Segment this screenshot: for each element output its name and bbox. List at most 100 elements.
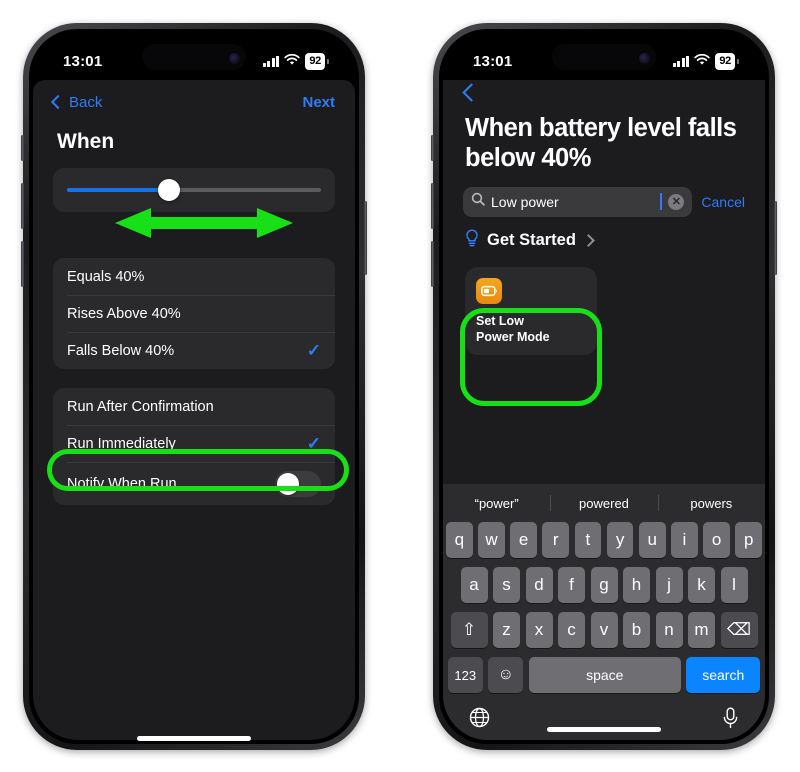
status-bar-left: 13:01 92 bbox=[33, 33, 355, 80]
key-p[interactable]: p bbox=[735, 522, 763, 558]
option-notify-when-run[interactable]: Notify When Run bbox=[53, 462, 335, 505]
keyboard-row-1: q w e r t y u i o p bbox=[443, 522, 765, 558]
key-o[interactable]: o bbox=[703, 522, 730, 558]
left-phone-screen: 13:01 92 Back Next When Equals 40% Rises… bbox=[33, 33, 355, 740]
cancel-button[interactable]: Cancel bbox=[701, 194, 745, 210]
home-indicator bbox=[137, 736, 251, 741]
key-u[interactable]: u bbox=[638, 522, 666, 558]
key-l[interactable]: l bbox=[720, 567, 748, 603]
key-b[interactable]: b bbox=[623, 612, 650, 648]
key-n[interactable]: n bbox=[655, 612, 683, 648]
space-key[interactable]: space bbox=[528, 657, 681, 693]
prediction-1[interactable]: powered bbox=[550, 496, 657, 511]
prediction-2[interactable]: powers bbox=[658, 496, 765, 511]
lightbulb-icon bbox=[465, 229, 479, 253]
key-w[interactable]: w bbox=[478, 522, 505, 558]
back-button[interactable] bbox=[443, 80, 765, 108]
option-equals-label: Equals 40% bbox=[67, 268, 145, 285]
right-phone-bezel: 13:01 92 When battery level falls below … bbox=[439, 29, 769, 744]
left-phone-bezel: 13:01 92 Back Next When Equals 40% Rises… bbox=[29, 29, 359, 744]
key-e[interactable]: e bbox=[510, 522, 537, 558]
numbers-key[interactable]: 123 bbox=[447, 657, 483, 693]
microphone-icon[interactable] bbox=[722, 707, 739, 734]
option-falls-below[interactable]: Falls Below 40% ✓ bbox=[53, 332, 335, 369]
option-run-after-confirmation[interactable]: Run After Confirmation bbox=[53, 388, 335, 425]
option-falls-below-label: Falls Below 40% bbox=[67, 342, 175, 359]
battery-percent: 92 bbox=[305, 52, 325, 70]
key-m[interactable]: m bbox=[688, 612, 715, 648]
wifi-icon bbox=[694, 53, 711, 70]
run-options-card: Run After Confirmation Run Immediately ✓… bbox=[53, 388, 335, 505]
option-run-immediately[interactable]: Run Immediately ✓ bbox=[53, 425, 335, 462]
option-equals[interactable]: Equals 40% bbox=[53, 258, 335, 295]
power-button[interactable] bbox=[774, 201, 777, 275]
result-card-label: Set Low Power Mode bbox=[476, 314, 550, 345]
result-card-label-line2: Power Mode bbox=[476, 330, 550, 345]
search-key[interactable]: search bbox=[686, 657, 761, 693]
key-v[interactable]: v bbox=[590, 612, 618, 648]
key-s[interactable]: s bbox=[493, 567, 520, 603]
search-input-value: Low power bbox=[491, 193, 559, 210]
battery-percent: 92 bbox=[715, 52, 735, 70]
cellular-signal-icon bbox=[262, 55, 280, 67]
power-button[interactable] bbox=[364, 201, 367, 275]
battery-low-power-icon bbox=[476, 277, 502, 304]
keyboard-row-4: 123 ☺ space search bbox=[443, 657, 765, 693]
key-j[interactable]: j bbox=[655, 567, 683, 603]
key-q[interactable]: q bbox=[445, 522, 473, 558]
silent-switch[interactable] bbox=[431, 135, 434, 161]
key-y[interactable]: y bbox=[606, 522, 634, 558]
result-card-label-line1: Set Low bbox=[476, 314, 524, 329]
text-cursor bbox=[660, 193, 663, 211]
key-f[interactable]: f bbox=[558, 567, 585, 603]
front-camera-icon bbox=[639, 53, 650, 64]
battery-level-slider[interactable] bbox=[67, 179, 321, 201]
clear-search-button[interactable]: ✕ bbox=[668, 193, 685, 210]
get-started-link[interactable]: Get Started bbox=[443, 217, 765, 253]
volume-down-button[interactable] bbox=[431, 241, 434, 287]
option-run-after-confirmation-label: Run After Confirmation bbox=[67, 398, 214, 415]
front-camera-icon bbox=[229, 53, 240, 64]
battery-tip-icon bbox=[327, 58, 329, 64]
shift-key[interactable]: ⇧ bbox=[450, 612, 488, 648]
notify-when-run-toggle[interactable] bbox=[275, 470, 321, 497]
key-d[interactable]: d bbox=[525, 567, 553, 603]
emoji-key[interactable]: ☺ bbox=[488, 657, 524, 693]
keyboard-bottom-bar bbox=[443, 702, 765, 738]
volume-up-button[interactable] bbox=[431, 183, 434, 229]
silent-switch[interactable] bbox=[21, 135, 24, 161]
key-z[interactable]: z bbox=[493, 612, 520, 648]
right-phone-frame: 13:01 92 When battery level falls below … bbox=[431, 23, 777, 750]
option-rises-above-label: Rises Above 40% bbox=[67, 305, 181, 322]
key-c[interactable]: c bbox=[558, 612, 585, 648]
next-button[interactable]: Next bbox=[302, 94, 335, 111]
checkmark-icon: ✓ bbox=[306, 434, 321, 453]
key-a[interactable]: a bbox=[460, 567, 488, 603]
condition-options-card: Equals 40% Rises Above 40% Falls Below 4… bbox=[53, 258, 335, 369]
key-x[interactable]: x bbox=[525, 612, 553, 648]
prediction-0[interactable]: “power” bbox=[443, 496, 550, 511]
key-r[interactable]: r bbox=[542, 522, 570, 558]
back-button-label: Back bbox=[69, 93, 103, 111]
key-h[interactable]: h bbox=[623, 567, 650, 603]
status-time: 13:01 bbox=[473, 52, 513, 70]
volume-down-button[interactable] bbox=[21, 241, 24, 287]
key-t[interactable]: t bbox=[574, 522, 602, 558]
volume-up-button[interactable] bbox=[21, 183, 24, 229]
result-card-set-low-power-mode[interactable]: Set Low Power Mode bbox=[465, 266, 597, 355]
key-k[interactable]: k bbox=[688, 567, 715, 603]
back-button[interactable]: Back bbox=[50, 93, 103, 111]
right-phone-screen: 13:01 92 When battery level falls below … bbox=[443, 33, 765, 740]
get-started-label: Get Started bbox=[487, 231, 576, 250]
backspace-key[interactable]: ⌫ bbox=[720, 612, 758, 648]
search-input[interactable]: Low power ✕ bbox=[463, 186, 693, 217]
key-g[interactable]: g bbox=[590, 567, 618, 603]
modal-sheet: Back Next When Equals 40% Rises Above 40… bbox=[33, 80, 355, 740]
option-rises-above[interactable]: Rises Above 40% bbox=[53, 295, 335, 332]
cellular-signal-icon bbox=[672, 55, 690, 67]
search-bar: Low power ✕ Cancel bbox=[443, 174, 765, 217]
slider-thumb[interactable] bbox=[157, 179, 180, 201]
status-time: 13:01 bbox=[63, 52, 103, 70]
globe-icon[interactable] bbox=[469, 707, 490, 733]
key-i[interactable]: i bbox=[671, 522, 698, 558]
